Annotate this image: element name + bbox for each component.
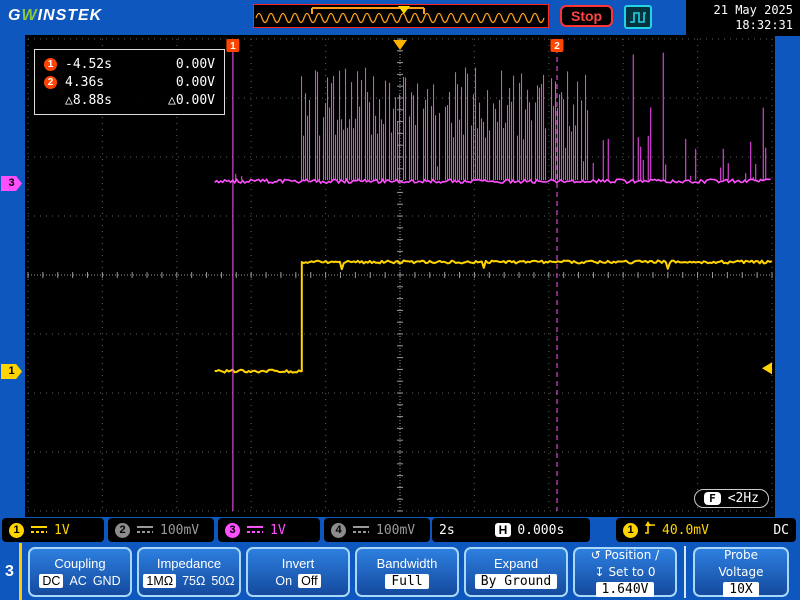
position-value: 1.640V [595,581,655,597]
ch4-status: 4 100mV [324,518,430,542]
cursor2-time: 4.36s [65,74,105,90]
trigger-source-badge: 1 [623,522,638,538]
cursor2-volt: 0.00V [175,74,215,90]
trigger-status: 1 40.0mV DC [616,518,796,542]
expand-value: By Ground [474,573,558,589]
delta-volt: △0.00V [168,92,215,108]
coupling-option-dc: DC [39,574,64,588]
datetime-display: 21 May 2025 18:32:31 [686,0,800,36]
ch1-status: 1 1V [2,518,104,542]
coupling-title: Coupling [54,556,106,571]
ch1-badge: 1 [9,522,24,538]
trigger-type-badge [624,5,652,29]
menu-invert-button[interactable]: Invert On Off [246,547,350,597]
rotate-knob-icon: ↺ [590,547,601,562]
svg-text:1: 1 [230,41,236,52]
frequency-value: <2Hz [727,491,759,506]
coupling-options: DC AC GND [39,574,121,588]
invert-option-off: Off [298,574,321,588]
preview-waveform-icon [255,6,545,24]
frequency-readout: F <2Hz [694,489,769,508]
run-stop-status: Stop [560,5,614,27]
impedance-option-75: 75Ω [182,574,206,588]
cursor1-marker-icon: 1 [44,57,57,71]
menu-bandwidth-button[interactable]: Bandwidth Full [355,547,459,597]
logo-w: W [21,7,38,24]
cursor-delta-row: △8.88s △0.00V [44,91,215,109]
invert-title: Invert [281,556,315,571]
probe-value: 10X [723,581,759,597]
cursor-readout-panel: 1 -4.52s 0.00V 2 4.36s 0.00V △8.88s △0.0… [34,49,225,115]
impedance-title: Impedance [156,556,222,571]
coupling-option-ac: AC [69,574,87,588]
probe-title-line2: Voltage [718,564,764,579]
svg-text:2: 2 [554,41,560,52]
menu-channel-page-label: 3 [0,543,22,600]
waveform-display: 1 2 1 -4.52s 0.00V 2 4.36s 0.00V △8.88s △… [25,35,775,517]
cursor1-readout-row: 1 -4.52s 0.00V [44,55,215,73]
menu-position-button[interactable]: ↺ Position / ↧ Set to 0 1.640V [573,547,677,597]
position-line1: ↺ Position / [590,547,660,562]
invert-option-on: On [275,574,293,588]
menu-divider [684,546,686,598]
ch2-badge: 2 [115,522,130,538]
rising-edge-icon [644,520,656,540]
time-text: 18:32:31 [735,18,793,32]
pulse-wave-icon [630,12,646,23]
probe-title-line1: Probe [723,547,759,562]
ch3-status: 3 1V [218,518,320,542]
logo-rest: INSTEK [37,7,103,24]
ch4-scale: 100mV [376,522,416,538]
cursor1-volt: 0.00V [175,56,215,72]
oscilloscope-screen: GWINSTEK Stop 21 May 2025 18:32:31 1 2 1 … [0,0,800,600]
frequency-badge-icon: F [704,492,721,505]
ch1-scale: 1V [54,522,70,538]
impedance-option-50: 50Ω [211,574,235,588]
status-bar: 1 1V 2 100mV 3 1V 4 100mV 2s H 0.000s 1 … [0,517,800,543]
menu-impedance-button[interactable]: Impedance 1MΩ 75Ω 50Ω [137,547,241,597]
acquisition-preview [253,4,549,28]
horizontal-position-icon: H [494,523,512,537]
ch3-position-marker: 3 [1,176,22,191]
cursor2-marker-icon: 2 [44,75,57,89]
bandwidth-value: Full [385,573,429,589]
invert-options: On Off [275,574,321,588]
soft-menu-bar: 3 Coupling DC AC GND Impedance 1MΩ 75Ω 5… [0,543,800,600]
ch4-coupling-icon [352,523,370,538]
menu-probe-voltage-button[interactable]: Probe Voltage 10X [693,547,789,597]
ch1-position-marker: 1 [1,364,22,379]
ch3-coupling-icon [246,523,264,538]
menu-buttons: Coupling DC AC GND Impedance 1MΩ 75Ω 50Ω… [28,546,789,598]
delta-time: △8.88s [65,92,112,108]
trigger-level: 40.0mV [662,522,709,538]
date-text: 21 May 2025 [713,3,793,17]
coupling-option-gnd: GND [92,574,121,588]
top-bar: GWINSTEK Stop 21 May 2025 18:32:31 [0,0,800,36]
horizontal-position-value: 0.000s [517,522,565,538]
timebase-status: 2s H 0.000s [432,518,590,542]
ch3-badge: 3 [225,522,240,538]
ch4-badge: 4 [331,522,346,538]
ch2-scale: 100mV [160,522,200,538]
menu-expand-button[interactable]: Expand By Ground [464,547,568,597]
bandwidth-title: Bandwidth [376,555,438,571]
position-line2: ↧ Set to 0 [594,564,656,579]
cursor2-readout-row: 2 4.36s 0.00V [44,73,215,91]
timebase-value: 2s [439,522,455,538]
trigger-coupling: DC [773,522,789,538]
ch2-status: 2 100mV [108,518,214,542]
ch1-coupling-icon [30,523,48,538]
logo-g: G [8,7,22,24]
impedance-option-1m: 1MΩ [143,574,177,588]
cursor1-time: -4.52s [65,56,112,72]
ch3-scale: 1V [270,522,286,538]
set-to-zero-icon: ↧ [594,564,605,579]
ch2-coupling-icon [136,523,154,538]
menu-coupling-button[interactable]: Coupling DC AC GND [28,547,132,597]
brand-logo: GWINSTEK [8,7,102,25]
impedance-options: 1MΩ 75Ω 50Ω [143,574,235,588]
expand-title: Expand [493,555,539,571]
